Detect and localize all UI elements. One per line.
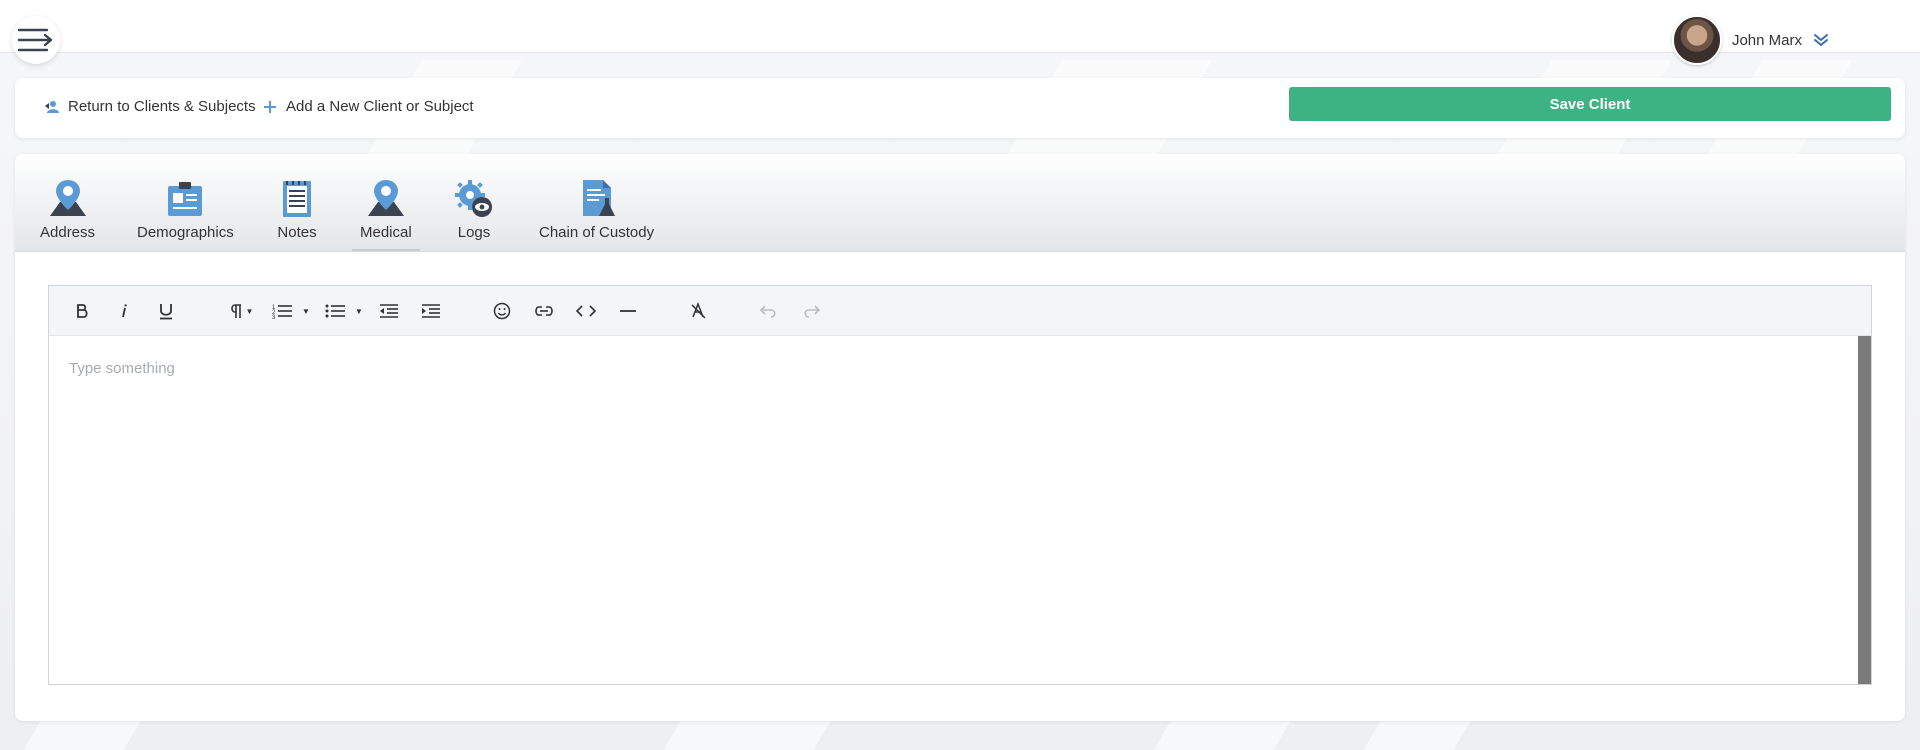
tab-label: Notes xyxy=(277,224,317,241)
tab-demographics[interactable]: Demographics xyxy=(137,178,234,241)
paragraph-icon xyxy=(230,304,241,318)
insert-link-button[interactable] xyxy=(530,298,558,324)
ordered-list-icon: 1 2 3 xyxy=(272,305,293,319)
gear-eye-icon xyxy=(455,180,492,217)
caret-down-icon: ▼ xyxy=(302,306,310,316)
clipboard-id-icon xyxy=(168,182,203,216)
menu-toggle-button[interactable] xyxy=(12,16,60,64)
tab-logs[interactable]: Logs xyxy=(452,178,496,241)
svg-text:3: 3 xyxy=(272,315,276,319)
outdent-button[interactable] xyxy=(375,298,403,324)
return-to-clients-link[interactable]: Return to Clients & Subjects xyxy=(44,98,256,115)
return-label: Return to Clients & Subjects xyxy=(68,98,256,115)
paragraph-format-dropdown[interactable]: ▼ xyxy=(224,298,258,324)
plus-icon xyxy=(264,100,276,113)
tab-bar: Address Demographics Notes Medical Logs … xyxy=(15,154,1905,252)
bold-button[interactable] xyxy=(69,298,95,324)
tab-label: Address xyxy=(40,224,96,241)
document-flask-icon xyxy=(582,180,615,216)
outdent-icon xyxy=(380,304,398,318)
unordered-list-dropdown[interactable]: ▼ xyxy=(321,298,367,324)
indent-button[interactable] xyxy=(417,298,445,324)
save-client-button[interactable]: Save Client xyxy=(1289,87,1891,121)
undo-button[interactable] xyxy=(755,298,783,324)
redo-button[interactable] xyxy=(797,298,825,324)
double-chevron-down-icon[interactable] xyxy=(1812,31,1830,49)
tab-medical[interactable]: Medical xyxy=(352,178,420,251)
caret-down-icon: ▼ xyxy=(245,306,254,316)
action-bar: Return to Clients & Subjects Add a New C… xyxy=(15,78,1905,138)
tab-label: Chain of Custody xyxy=(539,224,655,241)
emoji-button[interactable] xyxy=(488,298,516,324)
italic-button[interactable] xyxy=(111,298,137,324)
notepad-icon xyxy=(283,181,311,217)
code-icon xyxy=(576,305,596,317)
underline-button[interactable] xyxy=(153,298,179,324)
tab-notes[interactable]: Notes xyxy=(275,178,319,241)
avatar[interactable] xyxy=(1671,15,1722,65)
tab-label: Logs xyxy=(457,224,491,241)
indent-icon xyxy=(422,304,440,318)
menu-arrow-icon xyxy=(17,28,53,52)
underline-icon xyxy=(160,304,172,320)
bullet-list-icon xyxy=(325,304,346,318)
add-label: Add a New Client or Subject xyxy=(286,98,474,115)
link-icon xyxy=(535,306,553,316)
tab-address[interactable]: Address xyxy=(40,178,95,241)
caret-down-icon: ▼ xyxy=(355,306,363,316)
bold-icon xyxy=(77,304,88,318)
top-bar xyxy=(0,0,1920,53)
editor-scrollbar[interactable] xyxy=(1858,336,1871,684)
clear-format-icon xyxy=(691,302,706,319)
tab-chain-of-custody[interactable]: Chain of Custody xyxy=(539,178,654,241)
clear-formatting-button[interactable] xyxy=(684,298,712,324)
editor-placeholder: Type something xyxy=(69,360,175,377)
client-detail-card: Address Demographics Notes Medical Logs … xyxy=(15,154,1905,721)
editor-toolbar: ▼ 1 2 3 ▼ ▼ xyxy=(49,286,1871,336)
map-pin-icon xyxy=(49,180,86,216)
tab-label: Medical xyxy=(360,224,412,241)
editor-content-area[interactable]: Type something xyxy=(49,336,1871,684)
user-name[interactable]: John Marx xyxy=(1732,32,1802,49)
smiley-icon xyxy=(493,302,511,320)
redo-icon xyxy=(804,305,820,318)
italic-icon xyxy=(122,304,127,318)
map-pin-icon xyxy=(367,180,404,216)
ordered-list-dropdown[interactable]: 1 2 3 ▼ xyxy=(269,298,313,324)
tab-label: Demographics xyxy=(137,224,234,241)
undo-icon xyxy=(760,305,776,318)
users-return-icon xyxy=(45,100,59,113)
horizontal-line-icon xyxy=(620,310,636,312)
rich-text-editor: ▼ 1 2 3 ▼ ▼ Type something xyxy=(48,285,1872,685)
code-view-button[interactable] xyxy=(572,298,600,324)
horizontal-rule-button[interactable] xyxy=(614,298,642,324)
user-menu[interactable]: John Marx xyxy=(1671,15,1830,65)
add-client-link[interactable]: Add a New Client or Subject xyxy=(262,98,474,115)
